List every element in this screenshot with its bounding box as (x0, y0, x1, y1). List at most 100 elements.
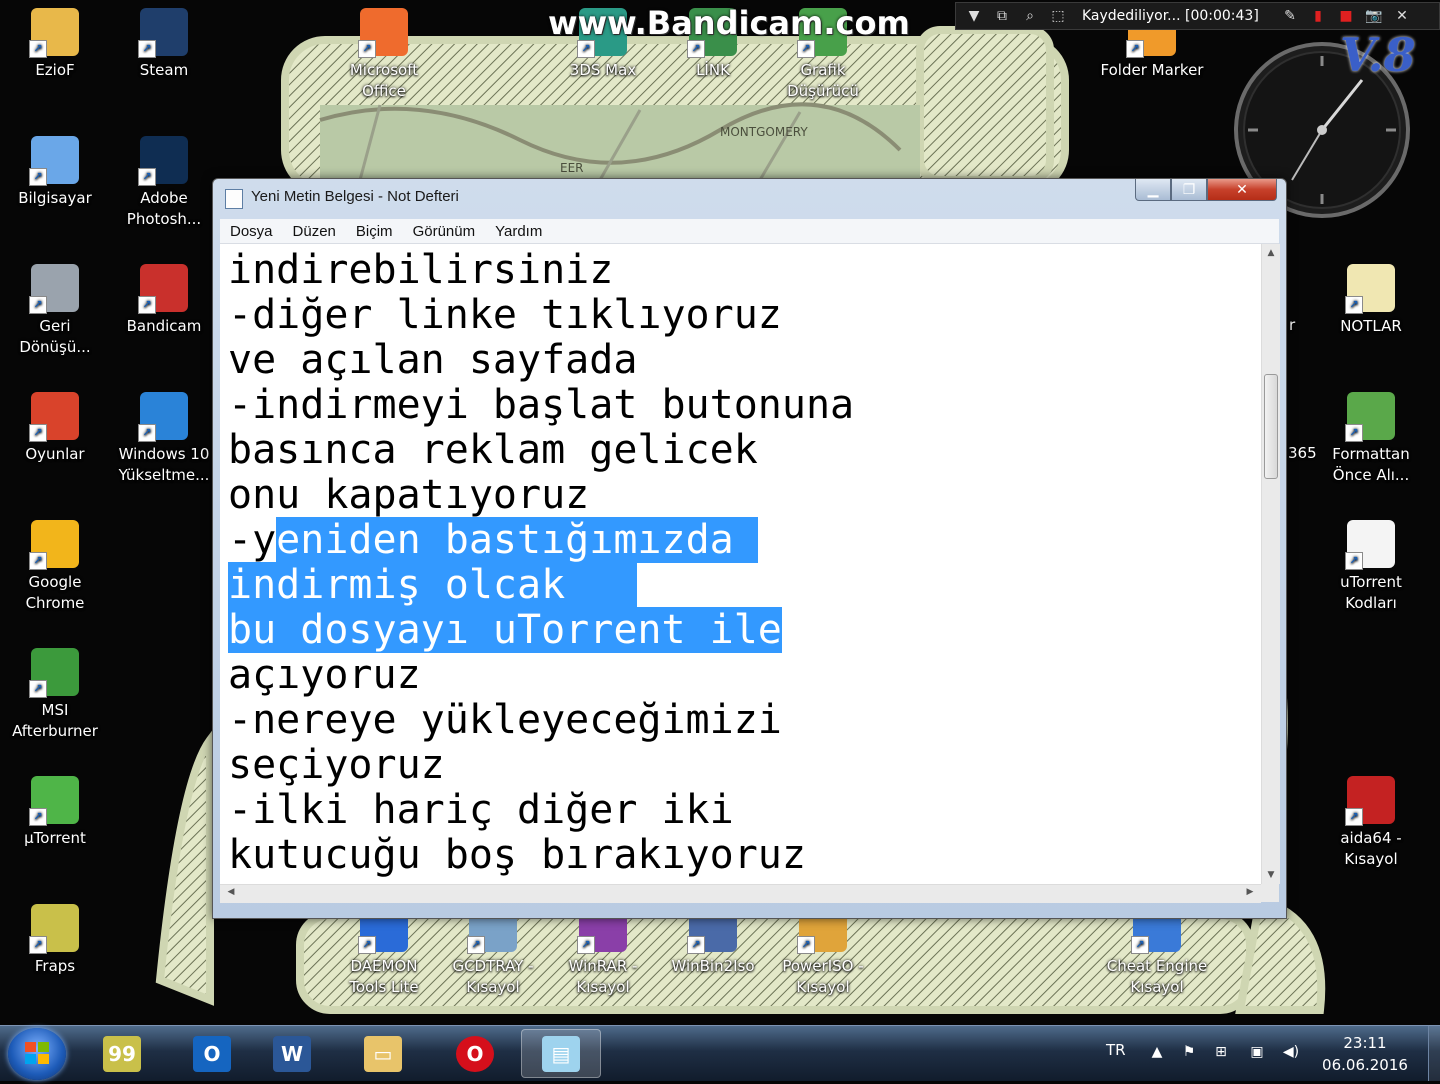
text-line: -diğer linke tıklıyoruz (228, 293, 1261, 338)
office-icon: ↗ (358, 8, 408, 58)
desktop-icon[interactable]: ↗ Windows 10 Yükseltme... (109, 392, 219, 486)
desktop-icon[interactable]: ↗ Bandicam (109, 264, 219, 337)
close-icon[interactable]: ✕ (1392, 8, 1412, 24)
desktop-icon-label: MSI Afterburner (12, 701, 98, 740)
desktop-icon-label: aida64 - Kısayol (1340, 829, 1402, 868)
action-center-flag-icon[interactable]: ⚑ (1180, 1044, 1198, 1062)
desktop-icon-label: Bilgisayar (18, 189, 92, 207)
camera-icon[interactable]: 📷 (1364, 8, 1384, 24)
window-mode-icon[interactable]: ⧉ (992, 8, 1012, 24)
fraps-taskbar[interactable]: 99 (86, 1029, 158, 1078)
text-editor-area[interactable]: indirebilirsiniz -diğer linke tıklıyoruz v… (220, 244, 1261, 884)
svg-text:EER: EER (560, 161, 584, 175)
window-titlebar[interactable]: Yeni Metin Belgesi - Not Defteri ▁ ❐ ✕ (213, 179, 1286, 217)
notepad-taskbar[interactable]: ▤ (521, 1029, 601, 1078)
network-icon[interactable]: ▣ (1248, 1044, 1266, 1062)
language-indicator[interactable]: TR (1106, 1041, 1126, 1059)
desktop-icon[interactable]: ↗ aida64 - Kısayol (1316, 776, 1426, 870)
text-line: basınca reklam gelicek (228, 428, 1261, 473)
explorer-taskbar[interactable]: ▭ (347, 1029, 419, 1078)
desktop-icon-label: NOTLAR (1340, 317, 1402, 335)
text-line: -ilki hariç diğer iki (228, 788, 1261, 833)
show-desktop-button[interactable] (1428, 1026, 1440, 1081)
scroll-up-icon[interactable]: ▲ (1262, 248, 1280, 258)
computer-icon: ↗ (29, 136, 79, 186)
text-line: onu kapatıyoruz (228, 473, 1261, 518)
desktop-icon[interactable]: ↗ Geri Dönüşü... (0, 264, 110, 358)
line-text: indirebilirsiniz (228, 247, 614, 293)
outlook-taskbar[interactable]: O (176, 1029, 248, 1078)
horizontal-scrollbar[interactable]: ◀ ▶ (220, 884, 1261, 903)
partial-desktop-label-r: r (1289, 316, 1296, 334)
minimize-button[interactable]: ▁ (1135, 179, 1171, 201)
system-clock[interactable]: 23:11 06.06.2016 (1320, 1032, 1410, 1076)
shortcut-arrow-icon: ↗ (138, 168, 156, 186)
scroll-right-icon[interactable]: ▶ (1241, 887, 1259, 897)
show-hidden-icons-icon[interactable]: ▲ (1148, 1044, 1166, 1062)
desktop-icon[interactable]: ↗ Fraps (0, 904, 110, 977)
desktop-icon[interactable]: ↗ NOTLAR (1316, 264, 1426, 337)
close-icon: ✕ (1236, 181, 1248, 198)
volume-icon[interactable]: ◀) (1282, 1044, 1300, 1062)
desktop-icon[interactable]: ↗ Bilgisayar (0, 136, 110, 209)
dropdown-icon[interactable]: ▼ (964, 8, 984, 24)
desktop-icon-label: Folder Marker (1100, 61, 1204, 79)
document-text[interactable]: indirebilirsiniz -diğer linke tıklıyoruz v… (220, 244, 1261, 878)
vertical-scrollbar[interactable]: ▲ ▼ (1261, 244, 1280, 884)
notes-icon: ↗ (1345, 264, 1395, 314)
windows-update-icon[interactable]: ⊞ (1212, 1044, 1230, 1062)
shortcut-arrow-icon: ↗ (29, 808, 47, 826)
clock-date: 06.06.2016 (1322, 1056, 1408, 1074)
resize-grip[interactable] (1261, 884, 1279, 902)
line-text: kutucuğu boş bırakıyoruz (228, 832, 806, 878)
chrome-icon: ↗ (29, 520, 79, 570)
desktop-icon[interactable]: ↗ EzioF (0, 8, 110, 81)
stop-record-icon[interactable]: ■ (1336, 8, 1356, 24)
line-text: basınca reklam gelicek (228, 427, 758, 473)
menu-duzen[interactable]: Düzen (283, 223, 346, 240)
region-icon[interactable]: ⬚ (1048, 8, 1068, 24)
menu-yardim[interactable]: Yardım (485, 223, 552, 240)
start-button[interactable] (8, 1028, 66, 1080)
menu-gorunum[interactable]: Görünüm (403, 223, 486, 240)
scroll-down-icon[interactable]: ▼ (1262, 870, 1280, 880)
desktop-icon[interactable]: ↗ Steam (109, 8, 219, 81)
maximize-button[interactable]: ❐ (1171, 179, 1207, 201)
shortcut-arrow-icon: ↗ (29, 552, 47, 570)
shortcut-arrow-icon: ↗ (29, 296, 47, 314)
zoom-icon[interactable]: ⌕ (1020, 8, 1040, 24)
shortcut-arrow-icon: ↗ (1345, 808, 1363, 826)
notepad-icon[interactable] (225, 189, 243, 209)
menu-dosya[interactable]: Dosya (220, 223, 283, 240)
desktop-icon-label: Fraps (34, 957, 76, 975)
scroll-left-icon[interactable]: ◀ (222, 887, 240, 897)
notepad-window[interactable]: Yeni Metin Belgesi - Not Defteri ▁ ❐ ✕ D… (212, 178, 1287, 919)
shortcut-arrow-icon: ↗ (138, 296, 156, 314)
shortcut-arrow-icon: ↗ (797, 40, 815, 58)
desktop-icon[interactable]: ↗ MSI Afterburner (0, 648, 110, 742)
shortcut-arrow-icon: ↗ (687, 936, 705, 954)
word-taskbar[interactable]: W (256, 1029, 328, 1078)
menu-bicim[interactable]: Biçim (346, 223, 403, 240)
pause-icon[interactable]: ▮ (1308, 8, 1328, 24)
pencil-icon[interactable]: ✎ (1280, 8, 1300, 24)
desktop-icon-label: PowerISO - Kısayol (782, 957, 864, 996)
desktop-icon[interactable]: ↗ Formattan Önce Alı... (1316, 392, 1426, 486)
bandicam-toolbar: ▼ ⧉ ⌕ ⬚ Kaydediliyor... [00:00:43] ✎ ▮ ■… (955, 2, 1440, 30)
minimize-icon: ▁ (1147, 181, 1159, 198)
desktop-icon[interactable]: ↗ Microsoft Office (329, 8, 439, 102)
desktop-icon[interactable]: ↗ Google Chrome (0, 520, 110, 614)
text-line: indirebilirsiniz (228, 248, 1261, 293)
shortcut-arrow-icon: ↗ (1345, 296, 1363, 314)
desktop-icon[interactable]: ↗ µTorrent (0, 776, 110, 849)
desktop-icon[interactable]: ↗ Adobe Photosh... (109, 136, 219, 230)
close-button[interactable]: ✕ (1207, 179, 1277, 201)
opera-taskbar[interactable]: O (435, 1029, 515, 1078)
partial-desktop-label-365: 365 (1288, 444, 1317, 462)
text-line: -yeniden bastığımızda (228, 517, 1261, 563)
text-file-icon: ↗ (1345, 520, 1395, 570)
desktop-icon[interactable]: ↗ Oyunlar (0, 392, 110, 465)
usb-icon: ↗ (1345, 392, 1395, 442)
desktop-icon[interactable]: ↗ uTorrent Kodları (1316, 520, 1426, 614)
scroll-thumb[interactable] (1264, 374, 1278, 479)
